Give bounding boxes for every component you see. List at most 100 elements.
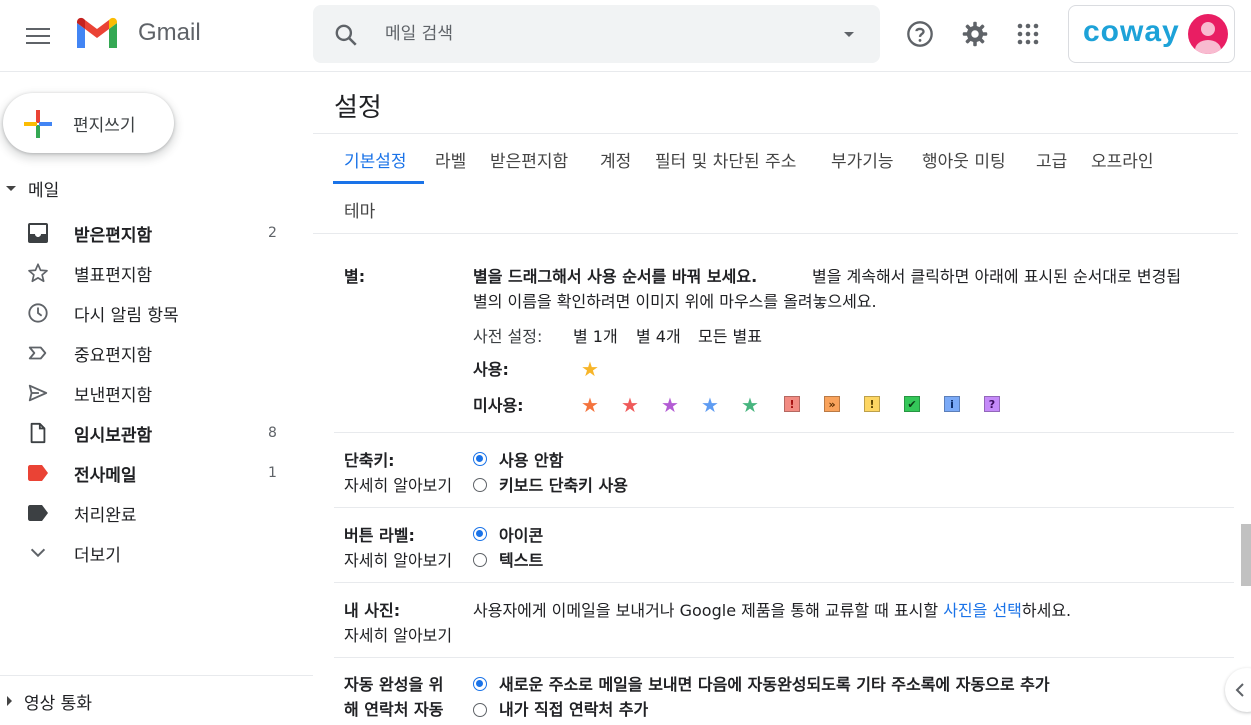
sidebar-item-label: 임시보관함 xyxy=(74,425,153,446)
my-picture-description: 사용자에게 이메일을 보내거나 Google 제품을 통해 교류할 때 표시할 … xyxy=(473,597,1071,621)
avatar[interactable] xyxy=(1188,14,1228,54)
my-picture-text-after: 하세요. xyxy=(1021,601,1072,620)
shortcuts-learn-more-link[interactable]: 자세히 알아보기 xyxy=(344,472,452,496)
yellow-bang-icon[interactable]: ! xyxy=(864,396,880,412)
sidebar-item-done[interactable]: 처리완료 xyxy=(0,494,300,532)
search-icon[interactable] xyxy=(333,22,359,48)
gmail-logo[interactable]: Gmail xyxy=(74,15,201,51)
orange-guillemet-icon[interactable]: » xyxy=(824,396,840,412)
row-divider xyxy=(334,657,1234,658)
tab-labels[interactable]: 라벨 xyxy=(435,147,466,191)
sidebar-item-inbox[interactable]: 받은편지함 2 xyxy=(0,214,300,252)
blue-info-icon[interactable]: i xyxy=(944,396,960,412)
green-star-icon[interactable]: ★ xyxy=(741,395,759,415)
stars-presets-label: 사전 설정: xyxy=(473,327,543,346)
red-star-icon[interactable]: ★ xyxy=(621,395,639,415)
video-call-section-label: 영상 통화 xyxy=(24,693,92,714)
my-picture-setting-label: 내 사진: xyxy=(344,601,401,620)
top-bar: Gmail 메일 검색 coway xyxy=(0,0,1251,72)
video-call-section-toggle[interactable]: 영상 통화 xyxy=(0,686,92,716)
green-check-icon[interactable]: ✔ xyxy=(904,396,920,412)
sidebar-divider xyxy=(0,675,313,676)
sidebar-item-drafts[interactable]: 임시보관함 8 xyxy=(0,414,300,452)
sidebar-item-starred[interactable]: 별표편지함 xyxy=(0,254,300,292)
label-dark-icon xyxy=(26,501,50,525)
shortcuts-on-radio[interactable] xyxy=(473,478,487,492)
sidebar-item-label: 별표편지함 xyxy=(74,265,153,286)
caret-down-icon xyxy=(6,185,16,191)
button-labels-text-radio[interactable] xyxy=(473,553,487,567)
tab-addons[interactable]: 부가기능 xyxy=(831,147,894,191)
button-labels-learn-more-link[interactable]: 자세히 알아보기 xyxy=(344,547,452,571)
scrollbar-thumb[interactable] xyxy=(1241,524,1251,586)
mail-section-toggle[interactable]: 메일 xyxy=(0,173,59,203)
hamburger-icon[interactable] xyxy=(18,16,58,56)
red-bang-icon[interactable]: ! xyxy=(784,396,800,412)
autocomplete-auto-label[interactable]: 새로운 주소로 메일을 보내면 다음에 자동완성되도록 기타 주소록에 자동으로… xyxy=(499,671,1050,695)
clock-icon xyxy=(26,301,50,325)
row-divider xyxy=(334,582,1234,583)
search-bar xyxy=(313,5,880,63)
blue-star-icon[interactable]: ★ xyxy=(701,395,719,415)
scrollbar-track[interactable] xyxy=(1240,236,1251,725)
preset-all-stars-link[interactable]: 모든 별표 xyxy=(698,323,762,347)
apps-grid-icon[interactable] xyxy=(1008,14,1048,54)
preset-1-star-link[interactable]: 별 1개 xyxy=(573,323,618,347)
shortcuts-off-label[interactable]: 사용 안함 xyxy=(499,447,563,471)
chevron-down-icon xyxy=(26,541,50,565)
orange-star-icon[interactable]: ★ xyxy=(581,395,599,415)
sidebar-item-sent[interactable]: 보낸편지함 xyxy=(0,374,300,412)
shortcuts-on-label[interactable]: 키보드 단축키 사용 xyxy=(499,472,628,496)
stars-hover-hint: 별의 이름을 확인하려면 이미지 위에 마우스를 올려놓으세요. xyxy=(473,292,877,311)
row-divider xyxy=(334,507,1234,508)
caret-right-icon xyxy=(7,696,12,706)
autocomplete-manual-label[interactable]: 내가 직접 연락처 추가 xyxy=(499,696,648,720)
sidebar: 편지쓰기 메일 받은편지함 2 별표편지함 다시 알림 항목 중요편지함 보낸편… xyxy=(0,73,313,725)
search-options-icon[interactable] xyxy=(837,22,861,46)
shortcuts-off-radio[interactable] xyxy=(473,452,487,466)
sidebar-item-company-mail[interactable]: 전사메일 1 xyxy=(0,454,300,492)
tab-themes[interactable]: 테마 xyxy=(344,197,375,241)
active-tab-indicator xyxy=(333,181,424,184)
button-labels-icons-radio[interactable] xyxy=(473,527,487,541)
purple-star-icon[interactable]: ★ xyxy=(661,395,679,415)
choose-picture-link[interactable]: 사진을 선택 xyxy=(943,601,1022,620)
button-labels-icons-label[interactable]: 아이콘 xyxy=(499,522,543,546)
button-labels-text-label[interactable]: 텍스트 xyxy=(499,547,543,571)
label-red-icon xyxy=(26,461,50,485)
gmail-m-icon xyxy=(77,17,117,48)
sidebar-item-more[interactable]: 더보기 xyxy=(0,534,300,572)
tab-general[interactable]: 기본설정 xyxy=(344,147,407,191)
autocomplete-setting-label-1: 자동 완성을 위 xyxy=(344,675,444,694)
my-picture-learn-more-link[interactable]: 자세히 알아보기 xyxy=(344,622,452,646)
title-divider xyxy=(313,133,1238,134)
account-switcher[interactable]: coway xyxy=(1068,5,1235,63)
autocomplete-setting-label-2: 해 연락처 자동 xyxy=(344,700,444,719)
org-brand-logo: coway xyxy=(1083,15,1180,48)
unread-count: 1 xyxy=(268,465,277,481)
stars-in-use-label: 사용: xyxy=(473,360,509,379)
sidebar-item-label: 다시 알림 항목 xyxy=(74,305,179,326)
yellow-star-icon[interactable]: ★ xyxy=(581,359,599,379)
tab-hangouts-meet[interactable]: 행아웃 미팅 xyxy=(922,147,1006,191)
compose-button[interactable]: 편지쓰기 xyxy=(3,93,174,153)
tab-advanced[interactable]: 고급 xyxy=(1036,147,1067,191)
tab-inbox[interactable]: 받은편지함 xyxy=(490,147,568,191)
my-picture-text-before: 사용자에게 이메일을 보내거나 Google 제품을 통해 교류할 때 표시할 xyxy=(473,601,944,620)
tab-offline[interactable]: 오프라인 xyxy=(1091,147,1154,191)
tab-accounts[interactable]: 계정 xyxy=(600,147,631,191)
shortcuts-setting-label: 단축키: xyxy=(344,451,395,470)
tab-filters[interactable]: 필터 및 차단된 주소 xyxy=(655,147,796,191)
sidebar-item-important[interactable]: 중요편지함 xyxy=(0,334,300,372)
autocomplete-manual-radio[interactable] xyxy=(473,703,487,717)
autocomplete-auto-radio[interactable] xyxy=(473,677,487,691)
sidebar-item-snoozed[interactable]: 다시 알림 항목 xyxy=(0,294,300,332)
search-input[interactable] xyxy=(385,19,815,49)
gear-icon[interactable] xyxy=(955,14,995,54)
gmail-wordmark: Gmail xyxy=(138,19,201,46)
inbox-icon xyxy=(26,221,50,245)
help-icon[interactable] xyxy=(900,14,940,54)
preset-4-stars-link[interactable]: 별 4개 xyxy=(636,323,681,347)
purple-question-icon[interactable]: ? xyxy=(984,396,1000,412)
draft-icon xyxy=(26,421,50,445)
